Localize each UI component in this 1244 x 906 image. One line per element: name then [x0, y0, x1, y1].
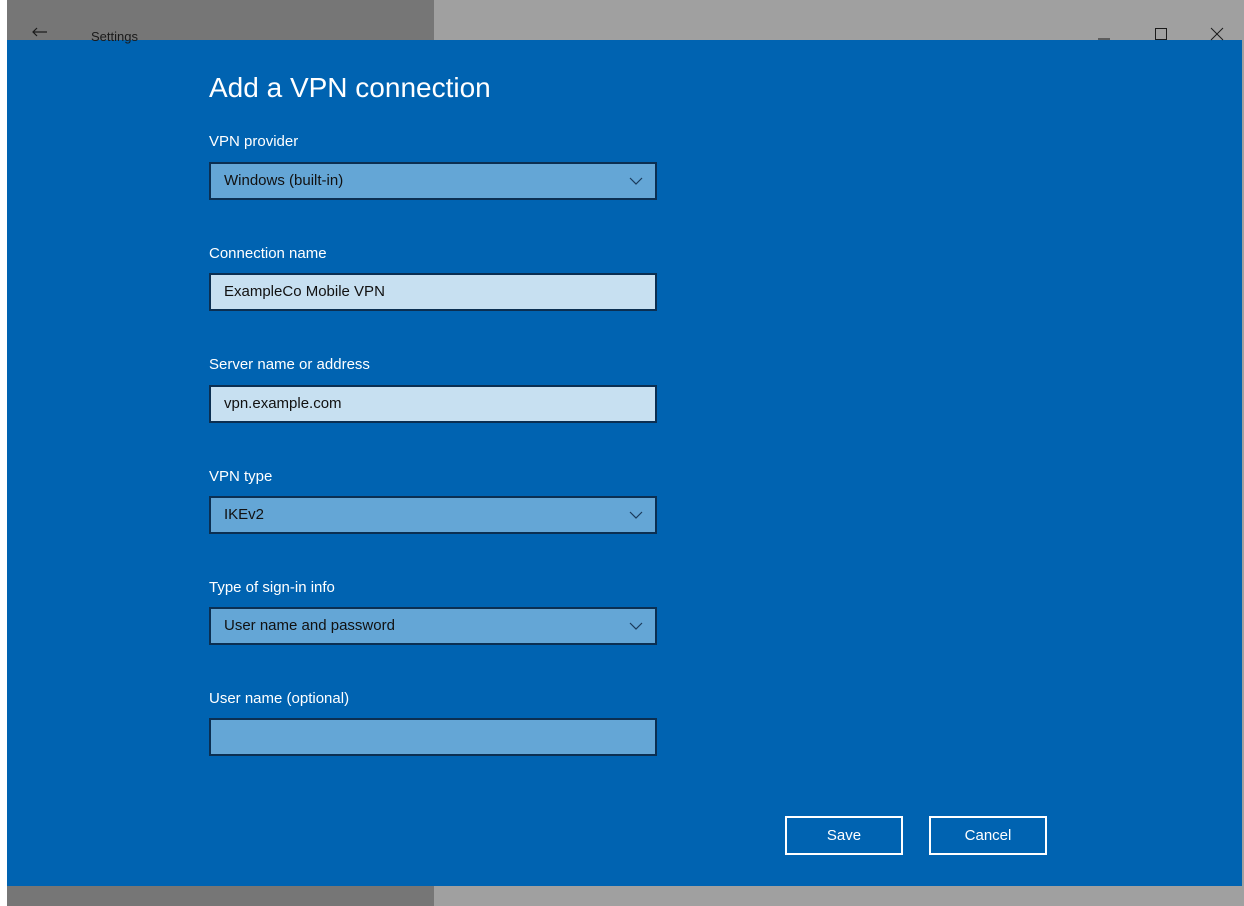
chevron-down-icon	[629, 622, 643, 630]
back-arrow-icon	[32, 27, 47, 37]
connection-name-input[interactable]: ExampleCo Mobile VPN	[209, 273, 657, 311]
user-name-label: User name (optional)	[209, 690, 350, 707]
server-address-value: vpn.example.com	[224, 395, 342, 412]
vpn-provider-select[interactable]: Windows (built-in)	[209, 162, 657, 200]
maximize-button[interactable]	[1142, 22, 1182, 44]
save-button[interactable]: Save	[785, 816, 903, 855]
user-name-input[interactable]	[209, 718, 657, 756]
vpn-type-select[interactable]: IKEv2	[209, 496, 657, 534]
background-window-strip	[0, 0, 434, 40]
cancel-button[interactable]: Cancel	[929, 816, 1047, 855]
server-address-label: Server name or address	[209, 356, 370, 373]
dialog-title: Add a VPN connection	[209, 72, 491, 103]
background-window-strip	[434, 886, 1244, 906]
window-edge	[0, 0, 7, 906]
sign-in-type-value: User name and password	[224, 617, 395, 634]
close-button[interactable]	[1198, 22, 1238, 44]
sign-in-type-label: Type of sign-in info	[209, 579, 335, 596]
maximize-icon	[1155, 28, 1167, 40]
window-title: Settings	[91, 29, 138, 44]
chevron-down-icon	[629, 511, 643, 519]
vpn-provider-label: VPN provider	[209, 133, 299, 150]
vpn-type-value: IKEv2	[224, 506, 265, 523]
vpn-provider-value: Windows (built-in)	[224, 172, 344, 189]
minimize-icon	[1098, 38, 1110, 40]
background-window-strip	[0, 886, 434, 906]
minimize-button[interactable]	[1085, 22, 1125, 44]
connection-name-label: Connection name	[209, 245, 327, 262]
server-address-input[interactable]: vpn.example.com	[209, 385, 657, 423]
connection-name-value: ExampleCo Mobile VPN	[224, 283, 385, 300]
sign-in-type-select[interactable]: User name and password	[209, 607, 657, 645]
add-vpn-dialog: Add a VPN connection VPN provider Window…	[7, 40, 1242, 886]
back-button[interactable]	[26, 20, 58, 44]
vpn-type-label: VPN type	[209, 468, 273, 485]
close-icon	[1210, 27, 1224, 41]
chevron-down-icon	[629, 177, 643, 185]
